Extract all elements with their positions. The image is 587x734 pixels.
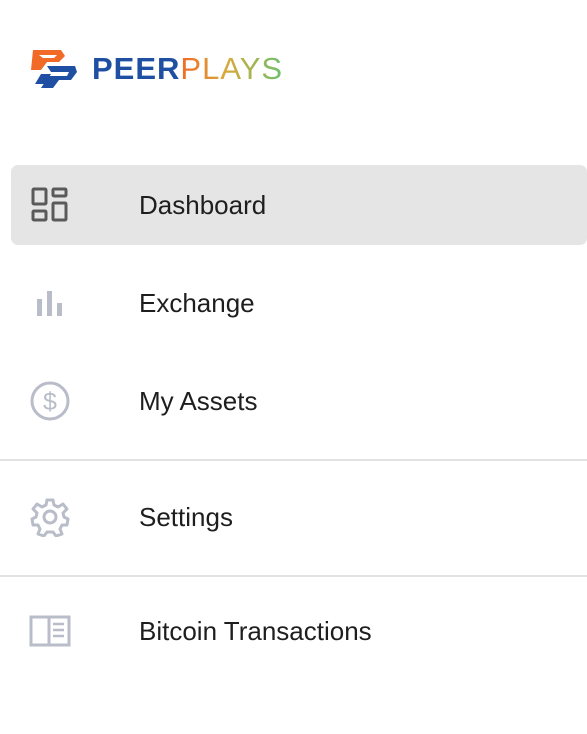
- dashboard-icon: [29, 184, 71, 226]
- nav-label-exchange: Exchange: [139, 287, 255, 318]
- brand-name-plays: PLAYS: [180, 51, 284, 86]
- brand-name-peer: PEER: [92, 51, 181, 86]
- nav-label-bitcoin-transactions: Bitcoin Transactions: [139, 615, 372, 646]
- nav-label-my-assets: My Assets: [139, 385, 258, 416]
- nav-item-settings[interactable]: Settings: [11, 477, 587, 557]
- nav-item-bitcoin-transactions[interactable]: Bitcoin Transactions: [11, 591, 587, 671]
- nav-label-settings: Settings: [139, 501, 233, 532]
- bar-chart-icon: [29, 282, 71, 324]
- nav-item-exchange[interactable]: Exchange: [11, 263, 587, 343]
- nav-item-my-assets[interactable]: $ My Assets: [11, 361, 587, 441]
- sidebar: PEERPLAYS Dashboard Exchange $ My Assets…: [0, 0, 587, 734]
- gear-icon: [29, 496, 71, 538]
- nav-divider: [0, 575, 587, 577]
- brand-wordmark: PEERPLAYS: [92, 46, 283, 92]
- nav-item-dashboard[interactable]: Dashboard: [11, 165, 587, 245]
- nav-label-dashboard: Dashboard: [139, 189, 267, 220]
- book-icon: [29, 610, 71, 652]
- nav-divider: [0, 459, 587, 461]
- peerplays-logo-icon: [31, 50, 77, 88]
- dollar-circle-icon: $: [29, 380, 71, 422]
- brand-logo[interactable]: PEERPLAYS: [27, 46, 283, 92]
- svg-text:$: $: [43, 388, 57, 416]
